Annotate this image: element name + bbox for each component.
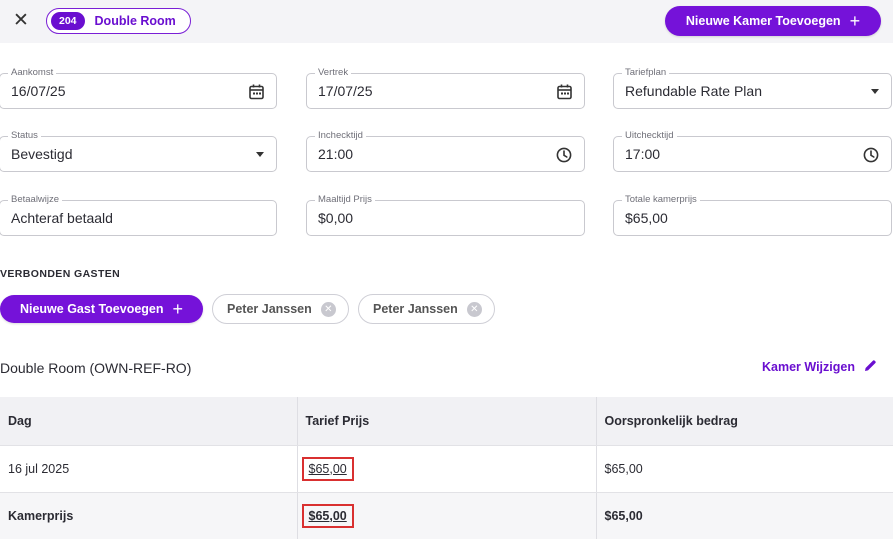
rate-plan-label: Tariefplan (622, 67, 670, 79)
departure-date-field[interactable]: Vertrek 17/07/25 (306, 67, 585, 109)
plus-icon: + (849, 11, 861, 31)
table-row: 16 jul 2025 $65,00 $65,00 (0, 445, 893, 493)
add-room-label: Nieuwe Kamer Toevoegen (685, 14, 841, 28)
meal-price-field[interactable]: Maaltijd Prijs $0,00 (306, 194, 585, 236)
checkin-time-label: Inchecktijd (315, 130, 366, 142)
room-badge[interactable]: 204 Double Room (46, 8, 191, 34)
table-total-row: Kamerprijs $65,00 $65,00 (0, 492, 893, 539)
payment-method-label: Betaalwijze (8, 194, 63, 206)
column-header-rate-price: Tarief Prijs (296, 397, 596, 446)
remove-guest-icon[interactable]: ✕ (320, 301, 336, 317)
payment-method-field[interactable]: Betaalwijze Achteraf betaald (0, 194, 277, 236)
total-label: Kamerprijs (0, 492, 297, 539)
add-guest-button[interactable]: Nieuwe Gast Toevoegen + (0, 295, 203, 323)
rate-plan-value: Refundable Rate Plan (625, 83, 762, 99)
checkin-time-field[interactable]: Inchecktijd 21:00 (306, 130, 585, 172)
change-room-label: Kamer Wijzigen (762, 360, 855, 374)
total-room-price-field[interactable]: Totale kamerprijs $65,00 (613, 194, 892, 236)
total-rate-link[interactable]: $65,00 (309, 509, 347, 523)
payment-method-value: Achteraf betaald (11, 210, 113, 226)
add-guest-label: Nieuwe Gast Toevoegen (19, 302, 164, 316)
row-day: 16 jul 2025 (0, 445, 297, 493)
guest-name: Peter Janssen (227, 302, 312, 316)
checkout-time-label: Uitchecktijd (622, 130, 677, 142)
room-number-badge: 204 (51, 12, 85, 30)
checkin-time-value: 21:00 (318, 146, 354, 162)
chevron-down-icon[interactable] (871, 89, 879, 94)
status-value: Bevestigd (11, 146, 73, 162)
rate-price-highlight: $65,00 (301, 456, 354, 481)
pencil-icon (864, 359, 877, 375)
rate-price-link[interactable]: $65,00 (309, 462, 347, 476)
departure-date-value: 17/07/25 (318, 83, 373, 99)
clock-icon[interactable] (862, 146, 880, 164)
status-label: Status (8, 130, 41, 142)
rate-plan-select[interactable]: Tariefplan Refundable Rate Plan (613, 67, 892, 109)
remove-guest-icon[interactable]: ✕ (466, 301, 482, 317)
arrival-date-field[interactable]: Aankomst 16/07/25 (0, 67, 277, 109)
top-bar: ✕ 204 Double Room Nieuwe Kamer Toevoegen… (0, 0, 893, 43)
add-room-button[interactable]: Nieuwe Kamer Toevoegen + (665, 6, 881, 36)
total-room-price-value: $65,00 (625, 210, 668, 226)
column-header-day: Dag (0, 397, 297, 446)
checkout-time-value: 17:00 (625, 146, 661, 162)
total-original-amount: $65,00 (595, 492, 893, 539)
total-rate-cell: $65,00 (296, 492, 596, 539)
chevron-down-icon[interactable] (256, 152, 264, 157)
room-name-label: Double Room (94, 14, 176, 28)
guest-chip[interactable]: Peter Janssen ✕ (358, 294, 495, 324)
row-rate-cell: $65,00 (296, 445, 596, 493)
departure-date-label: Vertrek (315, 67, 352, 79)
clock-icon[interactable] (555, 146, 573, 164)
total-price-highlight: $65,00 (301, 503, 354, 528)
column-header-original-amount: Oorspronkelijk bedrag (595, 397, 893, 446)
arrival-date-label: Aankomst (8, 67, 57, 79)
meal-price-value: $0,00 (318, 210, 354, 226)
total-room-price-label: Totale kamerprijs (622, 194, 700, 206)
meal-price-label: Maaltijd Prijs (315, 194, 375, 206)
change-room-link[interactable]: Kamer Wijzigen (762, 359, 877, 375)
table-header-row: Dag Tarief Prijs Oorspronkelijk bedrag (0, 397, 893, 446)
calendar-icon[interactable] (247, 83, 265, 101)
guest-name: Peter Janssen (373, 302, 458, 316)
guest-chip[interactable]: Peter Janssen ✕ (212, 294, 349, 324)
calendar-icon[interactable] (555, 83, 573, 101)
arrival-date-value: 16/07/25 (11, 83, 66, 99)
checkout-time-field[interactable]: Uitchecktijd 17:00 (613, 130, 892, 172)
row-original-amount: $65,00 (595, 445, 893, 493)
plus-icon: + (172, 299, 184, 319)
room-title: Double Room (OWN-REF-RO) (0, 360, 192, 376)
close-icon[interactable]: ✕ (10, 9, 32, 33)
connected-guests-heading: VERBONDEN GASTEN (0, 268, 121, 280)
status-select[interactable]: Status Bevestigd (0, 130, 277, 172)
rates-table: Dag Tarief Prijs Oorspronkelijk bedrag 1… (0, 397, 893, 539)
